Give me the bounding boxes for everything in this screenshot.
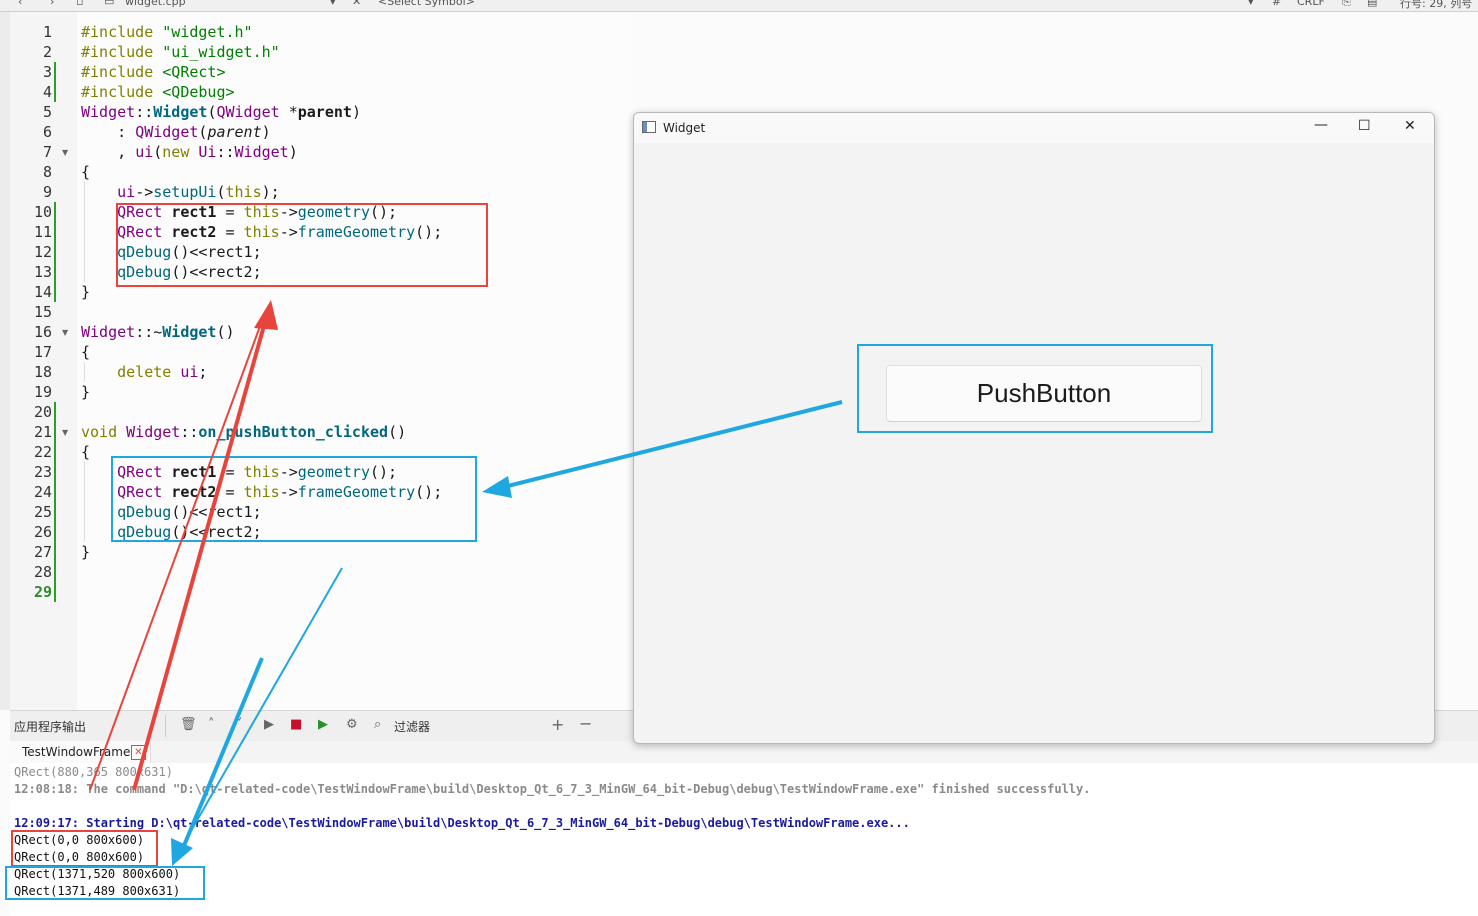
line-number: 6: [42, 123, 52, 141]
line-number: 2: [42, 43, 52, 61]
code-line-16: Widget::~Widget(): [81, 323, 235, 341]
line-number: 17: [33, 343, 52, 361]
code-line-14: }: [81, 283, 91, 301]
file-dropdown-icon[interactable]: ▾: [330, 0, 336, 8]
symbol-dropdown-icon[interactable]: ▾: [1248, 0, 1254, 8]
output-line: 12:08:18: The command "D:\qt-related-cod…: [14, 782, 1091, 796]
code-line-5: Widget::Widget(QWidget *parent): [81, 103, 361, 121]
code-line-4: #include <QDebug>: [81, 83, 235, 101]
line-number: 5: [42, 103, 52, 121]
code-line-7: , ui(new Ui::Widget): [81, 143, 298, 161]
hash-label: #: [1272, 0, 1282, 8]
editor-left-strip: [0, 12, 10, 710]
change-marker: [54, 402, 56, 602]
output-pane-title: 应用程序输出: [14, 720, 87, 734]
code-line-22: {: [81, 443, 91, 461]
code-line-27: }: [81, 543, 91, 561]
line-number: 7: [42, 143, 52, 161]
fold-icon[interactable]: ▼: [62, 328, 68, 337]
code-line-3: #include <QRect>: [81, 63, 226, 81]
file-selector[interactable]: widget.cpp: [125, 0, 186, 8]
line-number: 26: [33, 523, 52, 541]
line-ending-label[interactable]: CRLF: [1297, 0, 1325, 8]
forward-icon[interactable]: ›: [50, 0, 54, 8]
window-app-icon: [642, 121, 656, 133]
line-number: 3: [42, 63, 52, 81]
code-line-9: ui->setupUi(this);: [117, 183, 280, 201]
code-line-8: {: [81, 163, 91, 181]
code-line-21: void Widget::on_pushButton_clicked(): [81, 423, 407, 441]
line-number: 18: [33, 363, 52, 381]
line-number: 15: [33, 303, 52, 321]
encoding-icon[interactable]: ⎘: [1342, 0, 1351, 9]
close-document-icon[interactable]: ✕: [352, 0, 361, 8]
maximize-icon[interactable]: ☐: [1358, 118, 1371, 134]
lock-icon: ▫: [76, 0, 84, 8]
editor-toolbar: ‹ › ▫ ▭ widget.cpp ▾ ✕ <Select Symbol> ▾…: [0, 0, 1478, 12]
output-tab[interactable]: TestWindowFrame ✕: [10, 741, 151, 763]
code-line-2: #include "ui_widget.h": [81, 43, 280, 61]
line-number: 22: [33, 443, 52, 461]
code-line-19: }: [81, 383, 91, 401]
change-marker: [54, 202, 56, 302]
close-icon[interactable]: ✕: [1404, 118, 1416, 134]
fold-icon[interactable]: ▼: [62, 148, 68, 157]
line-number: 21: [33, 423, 52, 441]
cursor-position: 行号: 29, 列号: [1400, 0, 1473, 10]
output-tab-label: TestWindowFrame: [22, 745, 131, 759]
add-icon[interactable]: +: [551, 715, 564, 734]
attach-debugger-icon[interactable]: ▶: [318, 717, 328, 732]
line-number: 14: [33, 283, 52, 301]
line-number: 1: [42, 23, 52, 41]
red-output-highlight: [11, 830, 158, 867]
line-number: 16: [33, 323, 52, 341]
window-title: Widget: [663, 121, 706, 135]
fold-icon[interactable]: ▼: [62, 428, 68, 437]
line-number: 8: [42, 163, 52, 181]
output-tab-bar: TestWindowFrame ✕: [10, 741, 1478, 764]
line-number: 19: [33, 383, 52, 401]
blue-output-highlight: [5, 866, 205, 900]
code-line-17: {: [81, 343, 91, 361]
line-number: 10: [33, 203, 52, 221]
line-number: 25: [33, 503, 52, 521]
split-icon[interactable]: ▤: [1367, 0, 1377, 8]
line-number: 9: [42, 183, 52, 201]
line-number: 23: [33, 463, 52, 481]
line-number: 24: [33, 483, 52, 501]
stop-icon[interactable]: ■: [290, 717, 302, 732]
change-marker: [54, 62, 56, 102]
symbol-selector[interactable]: <Select Symbol>: [378, 0, 475, 8]
filter-input[interactable]: 过滤器: [394, 718, 430, 735]
minimize-icon[interactable]: —: [1314, 117, 1328, 133]
line-number: 13: [33, 263, 52, 281]
code-line-18: delete ui;: [117, 363, 208, 381]
toolbar-divider: [165, 715, 166, 737]
window-titlebar[interactable]: Widget — ☐ ✕: [634, 113, 1434, 143]
minus-icon[interactable]: −: [579, 714, 592, 733]
line-number: 4: [42, 83, 52, 101]
line-number: 20: [33, 403, 52, 421]
run-icon[interactable]: ▶: [264, 717, 274, 732]
scroll-down-icon[interactable]: ˅: [236, 717, 243, 732]
blue-code-highlight: [111, 456, 477, 542]
line-number: 11: [33, 223, 52, 241]
filter-search-icon[interactable]: ⌕: [374, 717, 381, 732]
line-number: 29: [33, 583, 52, 601]
button-highlight: [857, 344, 1213, 433]
settings-icon[interactable]: ⚙: [346, 717, 358, 732]
output-line: QRect(880,365 800x631): [14, 765, 173, 779]
red-code-highlight: [116, 203, 488, 287]
scroll-up-icon[interactable]: ˄: [208, 717, 215, 732]
line-number: 27: [33, 543, 52, 561]
line-number: 12: [33, 243, 52, 261]
file-icon: ▭: [104, 0, 115, 8]
line-number: 28: [33, 563, 52, 581]
clear-icon[interactable]: 🗑: [180, 717, 197, 732]
back-icon[interactable]: ‹: [18, 0, 22, 8]
code-line-6: : QWidget(parent): [81, 123, 271, 141]
code-line-1: #include "widget.h": [81, 23, 253, 41]
close-tab-icon[interactable]: ✕: [131, 745, 146, 760]
